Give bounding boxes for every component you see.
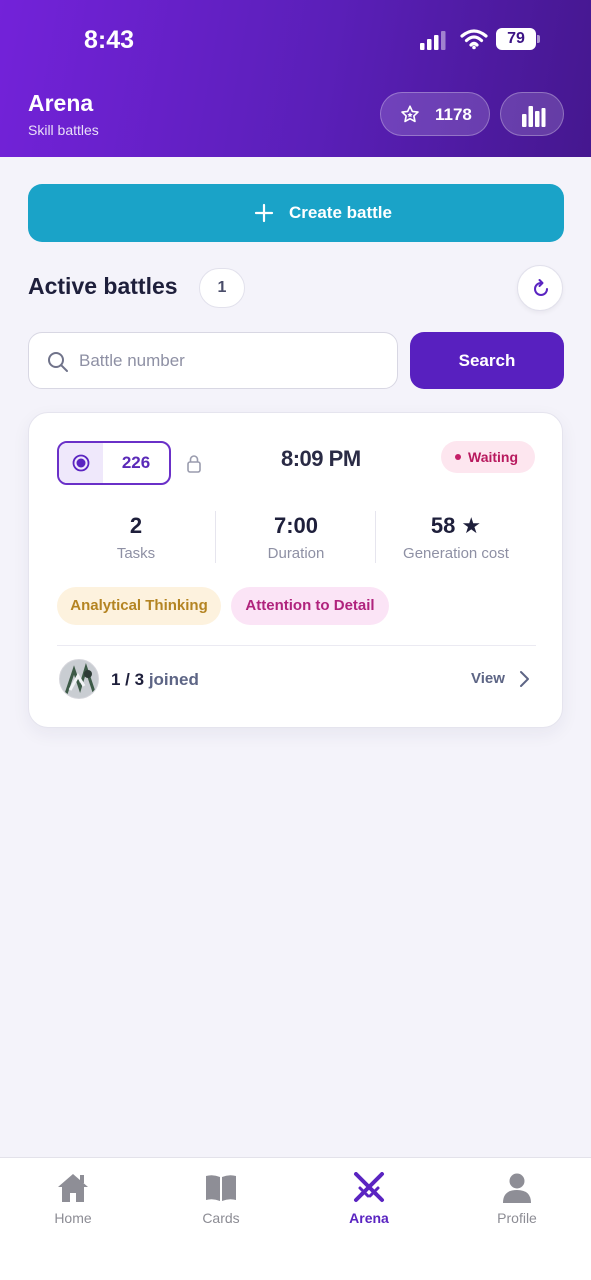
stars-balance-chip[interactable]: 1178 bbox=[380, 92, 490, 136]
stars-balance-value: 1178 bbox=[435, 105, 472, 124]
star-badge-icon bbox=[401, 105, 419, 123]
avatar bbox=[59, 659, 99, 699]
tab-arena[interactable]: Arena bbox=[309, 1172, 429, 1226]
active-battles-count: 1 bbox=[199, 268, 245, 308]
battle-search-field[interactable] bbox=[28, 332, 398, 389]
stat-generation-cost: 58 ★ Generation cost bbox=[376, 513, 536, 562]
bar-chart-icon bbox=[522, 106, 546, 127]
skill-tag: Attention to Detail bbox=[231, 587, 389, 625]
tab-home[interactable]: Home bbox=[13, 1172, 133, 1226]
person-icon bbox=[503, 1173, 531, 1203]
status-label: Waiting bbox=[468, 449, 519, 465]
wifi-icon bbox=[460, 29, 488, 50]
card-divider bbox=[57, 645, 536, 646]
status-badge: Waiting bbox=[441, 441, 535, 473]
book-icon bbox=[206, 1175, 236, 1201]
create-battle-label: Create battle bbox=[289, 203, 392, 222]
search-icon bbox=[48, 352, 68, 372]
lock-icon bbox=[187, 455, 201, 473]
page-title: Arena bbox=[28, 90, 94, 116]
battle-number-input[interactable] bbox=[79, 345, 379, 377]
battle-card[interactable]: 226 8:09 PM Waiting 2 Tasks 7:00 Duratio… bbox=[28, 412, 563, 728]
tab-label: Cards bbox=[202, 1210, 240, 1226]
skill-tag: Analytical Thinking bbox=[57, 587, 221, 625]
page-subtitle: Skill battles bbox=[28, 122, 99, 138]
stat-tasks: 2 Tasks bbox=[56, 513, 216, 562]
crossed-swords-icon bbox=[354, 1172, 384, 1202]
tab-cards[interactable]: Cards bbox=[161, 1172, 281, 1226]
radio-target-icon bbox=[72, 454, 90, 472]
view-label: View bbox=[471, 670, 505, 687]
plus-icon bbox=[254, 203, 274, 223]
battle-start-time: 8:09 PM bbox=[281, 446, 361, 471]
home-icon bbox=[58, 1174, 88, 1202]
refresh-button[interactable] bbox=[517, 265, 563, 311]
status-dot bbox=[455, 454, 461, 460]
tab-label: Home bbox=[54, 1210, 92, 1226]
battery-indicator: 79 bbox=[496, 28, 540, 50]
app-header: 8:43 79 Arena Skill battles 1178 bbox=[0, 0, 591, 157]
participants-count: 1 / 3 joined bbox=[111, 670, 199, 690]
status-time: 8:43 bbox=[84, 26, 135, 54]
cellular-signal-icon bbox=[420, 31, 446, 50]
tab-label: Arena bbox=[349, 1210, 389, 1226]
search-button[interactable]: Search bbox=[410, 332, 564, 389]
stat-value: 2 bbox=[129, 513, 143, 538]
create-battle-button[interactable]: Create battle bbox=[28, 184, 564, 242]
battle-number-badge: 226 bbox=[57, 441, 171, 485]
stat-label: Tasks bbox=[116, 545, 156, 562]
tab-label: Profile bbox=[497, 1210, 537, 1226]
bottom-tab-bar: Home Cards Arena Profile bbox=[0, 1157, 591, 1280]
joined-count: 1 / 3 bbox=[111, 670, 145, 689]
chevron-right-icon bbox=[520, 671, 529, 687]
leaderboard-button[interactable] bbox=[500, 92, 564, 136]
stat-duration: 7:00 Duration bbox=[216, 513, 376, 562]
active-battles-title: Active battles bbox=[28, 273, 178, 299]
battle-number: 226 bbox=[121, 453, 151, 472]
stat-label: Generation cost bbox=[403, 545, 509, 562]
refresh-icon bbox=[534, 279, 548, 296]
view-battle-link[interactable]: View bbox=[471, 670, 529, 687]
stat-label: Duration bbox=[267, 545, 325, 562]
stat-value: 7:00 bbox=[273, 513, 319, 538]
joined-label: joined bbox=[148, 670, 199, 689]
battery-level: 79 bbox=[507, 30, 525, 47]
stat-value: 58 ★ bbox=[430, 513, 482, 538]
tab-profile[interactable]: Profile bbox=[457, 1172, 577, 1226]
